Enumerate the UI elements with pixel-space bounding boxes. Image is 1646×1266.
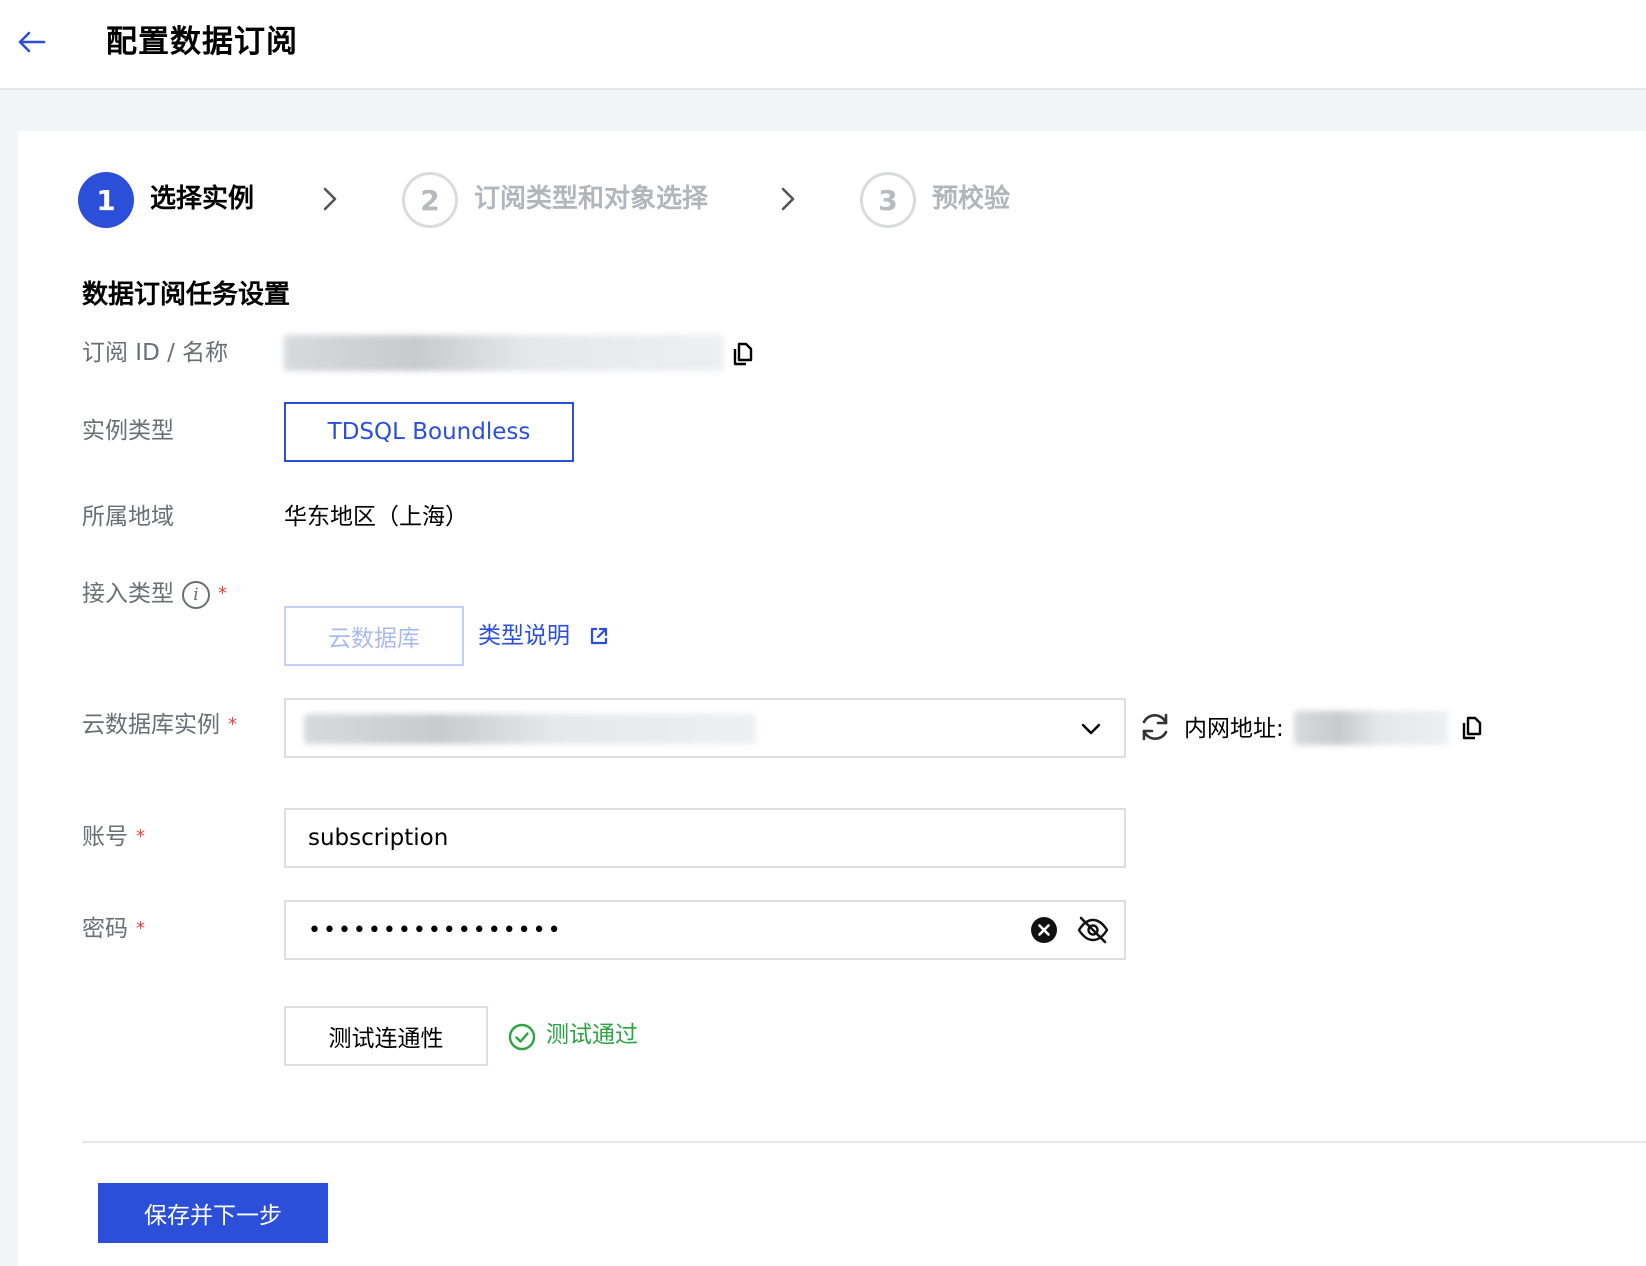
required-mark: * <box>218 583 227 604</box>
cloud-instance-value-redacted <box>304 714 756 744</box>
refresh-icon[interactable] <box>1138 710 1172 744</box>
step-1-label: 选择实例 <box>150 184 255 214</box>
cloud-instance-label-row: 云数据库实例 * <box>82 707 237 745</box>
internal-address-label: 内网地址: <box>1184 716 1284 742</box>
step-chevron-right-icon <box>781 187 795 211</box>
step-2-circle: 2 <box>402 172 458 228</box>
password-input-value: ••••••••••••••••• <box>308 917 563 943</box>
cloud-instance-select[interactable] <box>284 698 1126 758</box>
required-mark: * <box>228 714 237 735</box>
external-link-icon[interactable] <box>588 625 610 647</box>
step-3-label: 预校验 <box>932 184 1011 214</box>
back-arrow-icon[interactable] <box>14 24 50 60</box>
password-input[interactable]: ••••••••••••••••• <box>284 900 1126 960</box>
account-label: 账号 <box>82 824 128 850</box>
check-circle-icon <box>508 1023 536 1051</box>
account-label-row: 账号 * <box>82 819 145 857</box>
instance-type-label: 实例类型 <box>82 418 174 444</box>
clear-icon[interactable] <box>1030 916 1058 944</box>
test-result-text: 测试通过 <box>546 1022 638 1048</box>
internal-address-value-redacted <box>1294 711 1448 745</box>
region-value: 华东地区（上海） <box>284 504 468 530</box>
access-type-label-row: 接入类型 i * <box>82 576 227 614</box>
copy-icon[interactable] <box>1460 715 1484 741</box>
divider <box>82 1141 1646 1143</box>
account-input-value: subscription <box>308 825 449 851</box>
type-help-link[interactable]: 类型说明 <box>478 618 570 654</box>
page-title: 配置数据订阅 <box>106 24 298 60</box>
region-label: 所属地域 <box>82 504 174 530</box>
subscription-id-value-redacted <box>284 335 724 371</box>
section-title: 数据订阅任务设置 <box>82 280 291 310</box>
account-input[interactable]: subscription <box>284 808 1126 868</box>
copy-icon[interactable] <box>731 341 755 367</box>
password-label-row: 密码 * <box>82 911 145 949</box>
instance-type-option[interactable]: TDSQL Boundless <box>284 402 574 462</box>
step-3-circle: 3 <box>860 172 916 228</box>
required-mark: * <box>136 826 145 847</box>
password-label: 密码 <box>82 916 128 942</box>
cloud-instance-label: 云数据库实例 <box>82 712 220 738</box>
top-bar: 配置数据订阅 <box>0 0 1646 90</box>
main-panel: 1 选择实例 2 订阅类型和对象选择 3 预校验 数据订阅任务设置 订阅 ID … <box>18 131 1646 1266</box>
access-type-label: 接入类型 <box>82 581 174 607</box>
test-connectivity-button[interactable]: 测试连通性 <box>284 1006 488 1066</box>
access-type-option: 云数据库 <box>284 606 464 666</box>
eye-off-icon[interactable] <box>1076 915 1110 945</box>
step-1-circle: 1 <box>78 172 134 228</box>
subscription-id-label: 订阅 ID / 名称 <box>82 340 229 366</box>
info-icon[interactable]: i <box>182 580 210 609</box>
save-and-next-button[interactable]: 保存并下一步 <box>98 1183 328 1243</box>
required-mark: * <box>136 918 145 939</box>
step-chevron-right-icon <box>323 187 337 211</box>
chevron-down-icon <box>1081 723 1101 735</box>
step-2-label: 订阅类型和对象选择 <box>474 184 709 214</box>
